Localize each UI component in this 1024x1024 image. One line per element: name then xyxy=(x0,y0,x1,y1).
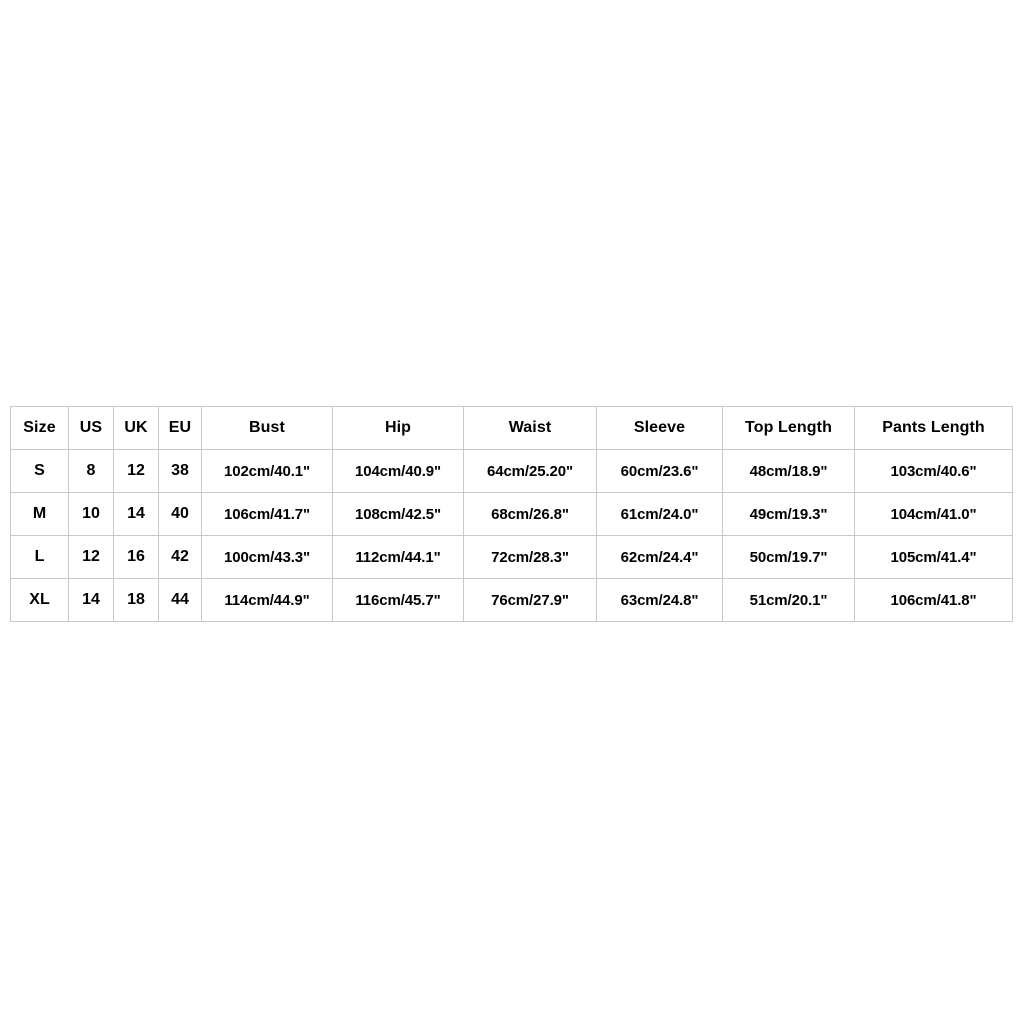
cell-eu: 38 xyxy=(158,449,202,493)
cell-top-length: 49cm/19.3" xyxy=(722,492,855,536)
cell-hip: 108cm/42.5" xyxy=(332,492,464,536)
column-header-us: US xyxy=(68,406,114,450)
cell-sleeve: 61cm/24.0" xyxy=(596,492,723,536)
cell-pants-length: 103cm/40.6" xyxy=(854,449,1013,493)
cell-hip: 104cm/40.9" xyxy=(332,449,464,493)
cell-bust: 100cm/43.3" xyxy=(201,535,333,579)
column-header-top-length: Top Length xyxy=(722,406,855,450)
size-chart-container: Size US UK EU Bust Hip Waist Sleeve Top … xyxy=(10,406,1013,622)
cell-us: 14 xyxy=(68,578,114,622)
cell-eu: 40 xyxy=(158,492,202,536)
column-header-waist: Waist xyxy=(463,406,597,450)
cell-pants-length: 104cm/41.0" xyxy=(854,492,1013,536)
cell-sleeve: 62cm/24.4" xyxy=(596,535,723,579)
size-chart-table: Size US UK EU Bust Hip Waist Sleeve Top … xyxy=(10,406,1013,622)
cell-top-length: 51cm/20.1" xyxy=(722,578,855,622)
cell-uk: 14 xyxy=(113,492,159,536)
cell-uk: 12 xyxy=(113,449,159,493)
cell-us: 8 xyxy=(68,449,114,493)
cell-top-length: 50cm/19.7" xyxy=(722,535,855,579)
cell-top-length: 48cm/18.9" xyxy=(722,449,855,493)
cell-pants-length: 105cm/41.4" xyxy=(854,535,1013,579)
cell-us: 12 xyxy=(68,535,114,579)
cell-size: M xyxy=(10,492,69,536)
column-header-sleeve: Sleeve xyxy=(596,406,723,450)
cell-hip: 116cm/45.7" xyxy=(332,578,464,622)
cell-waist: 72cm/28.3" xyxy=(463,535,597,579)
cell-us: 10 xyxy=(68,492,114,536)
cell-uk: 16 xyxy=(113,535,159,579)
table-row: XL 14 18 44 114cm/44.9" 116cm/45.7" 76cm… xyxy=(10,578,1013,622)
cell-size: L xyxy=(10,535,69,579)
table-header-row: Size US UK EU Bust Hip Waist Sleeve Top … xyxy=(10,406,1013,450)
cell-uk: 18 xyxy=(113,578,159,622)
column-header-size: Size xyxy=(10,406,69,450)
column-header-hip: Hip xyxy=(332,406,464,450)
cell-pants-length: 106cm/41.8" xyxy=(854,578,1013,622)
cell-size: XL xyxy=(10,578,69,622)
cell-bust: 102cm/40.1" xyxy=(201,449,333,493)
cell-eu: 42 xyxy=(158,535,202,579)
column-header-uk: UK xyxy=(113,406,159,450)
cell-eu: 44 xyxy=(158,578,202,622)
table-row: L 12 16 42 100cm/43.3" 112cm/44.1" 72cm/… xyxy=(10,535,1013,579)
column-header-bust: Bust xyxy=(201,406,333,450)
cell-waist: 68cm/26.8" xyxy=(463,492,597,536)
cell-hip: 112cm/44.1" xyxy=(332,535,464,579)
cell-waist: 64cm/25.20" xyxy=(463,449,597,493)
column-header-eu: EU xyxy=(158,406,202,450)
cell-size: S xyxy=(10,449,69,493)
column-header-pants-length: Pants Length xyxy=(854,406,1013,450)
cell-bust: 114cm/44.9" xyxy=(201,578,333,622)
table-row: S 8 12 38 102cm/40.1" 104cm/40.9" 64cm/2… xyxy=(10,449,1013,493)
cell-bust: 106cm/41.7" xyxy=(201,492,333,536)
cell-waist: 76cm/27.9" xyxy=(463,578,597,622)
cell-sleeve: 60cm/23.6" xyxy=(596,449,723,493)
cell-sleeve: 63cm/24.8" xyxy=(596,578,723,622)
table-row: M 10 14 40 106cm/41.7" 108cm/42.5" 68cm/… xyxy=(10,492,1013,536)
